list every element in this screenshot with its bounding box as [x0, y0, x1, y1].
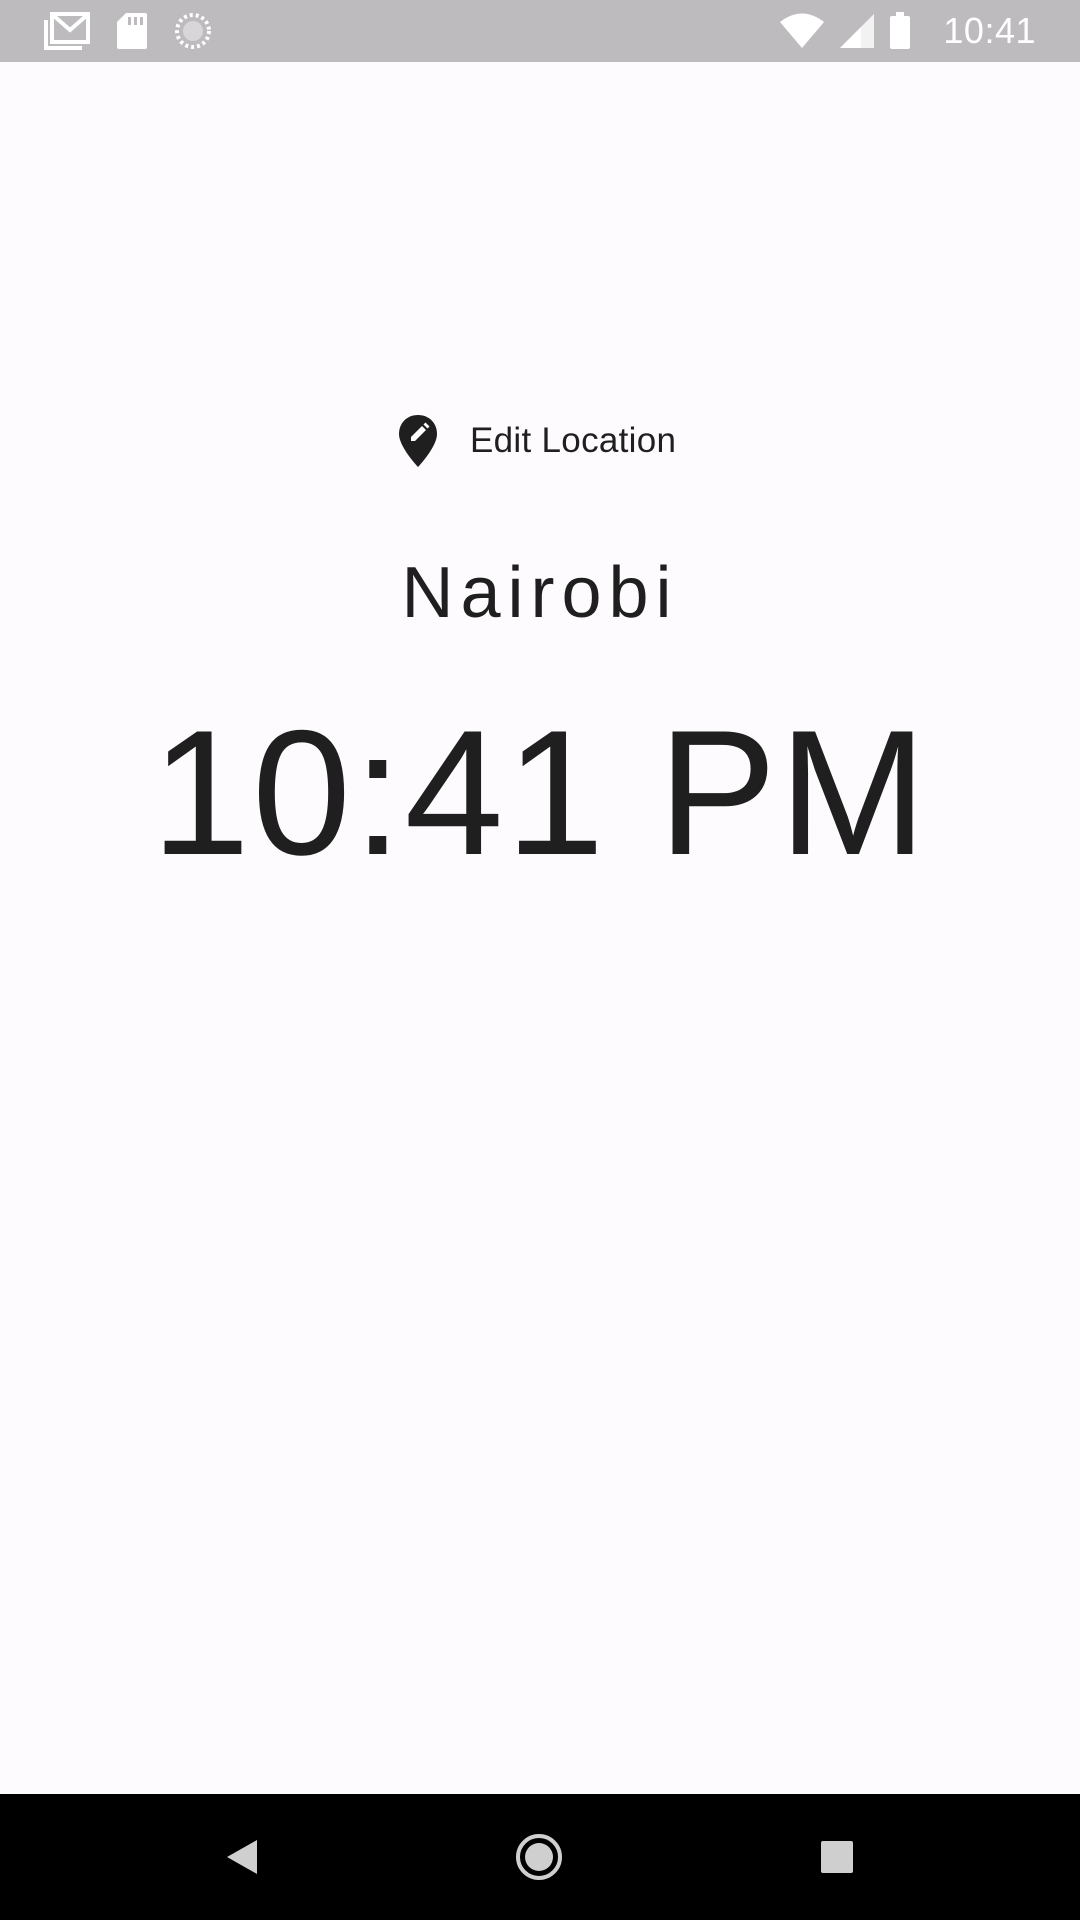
sd-card-icon: [116, 12, 148, 50]
signal-icon: [839, 13, 875, 49]
recents-icon: [819, 1839, 855, 1875]
status-notifications: [44, 0, 212, 62]
home-icon: [515, 1833, 563, 1881]
world-clock-screen: Edit Location Nairobi 10:41 PM: [0, 62, 1080, 1794]
edit-location-button[interactable]: Edit Location: [390, 408, 684, 474]
home-button[interactable]: [479, 1794, 599, 1920]
city-name: Nairobi: [401, 553, 679, 633]
status-system: 10:41: [779, 0, 1036, 62]
sync-icon: [174, 12, 212, 50]
recents-button[interactable]: [777, 1794, 897, 1920]
gmail-icon: [44, 12, 90, 50]
wifi-icon: [779, 13, 825, 49]
back-icon: [225, 1838, 259, 1876]
edit-location-label: Edit Location: [470, 421, 677, 460]
status-bar: 10:41: [0, 0, 1080, 62]
navigation-bar: [0, 1794, 1080, 1920]
back-button[interactable]: [182, 1794, 302, 1920]
time-display: 10:41 PM: [151, 693, 929, 892]
battery-icon: [889, 12, 911, 50]
status-time: 10:41: [943, 10, 1036, 51]
edit-location-icon: [398, 414, 438, 468]
